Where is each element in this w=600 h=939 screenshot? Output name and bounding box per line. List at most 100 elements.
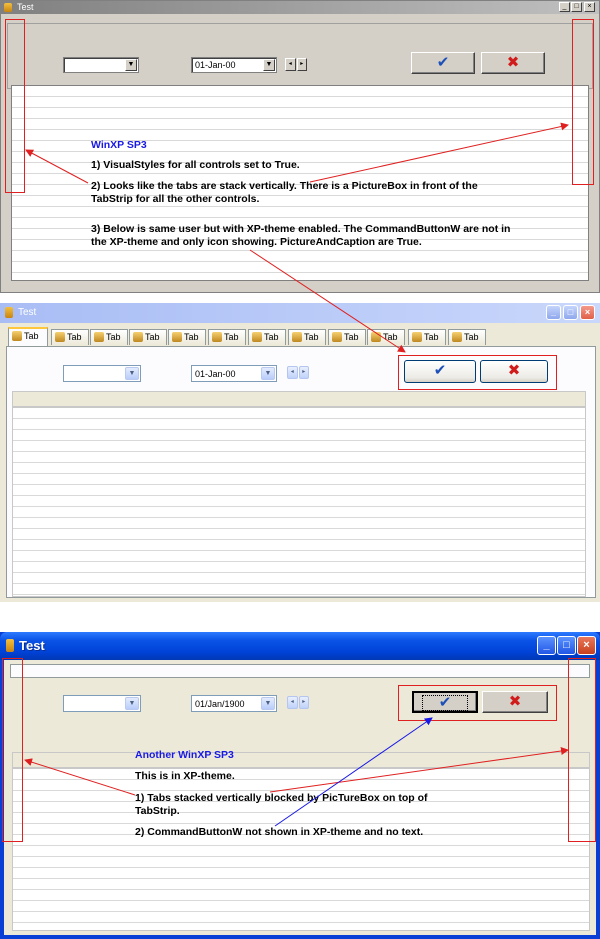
note-line: TabStrip. [135, 805, 180, 817]
tab-label: Tab [264, 332, 279, 342]
chevron-down-icon[interactable]: ▼ [261, 367, 275, 380]
maximize-icon[interactable]: □ [557, 636, 576, 655]
cancel-button[interactable]: ✖ [480, 360, 548, 383]
arrow-right-icon[interactable]: ▸ [296, 58, 307, 71]
note-line: 3) Below is same user but with XP-theme … [91, 223, 511, 235]
empty-combo[interactable]: ▼ [63, 695, 141, 712]
cross-icon: ✖ [508, 693, 522, 710]
close-icon[interactable]: × [584, 2, 595, 12]
ok-button[interactable]: ✔ [411, 52, 475, 74]
title-bar[interactable]: Test _ □ × [0, 303, 600, 323]
tab-label: Tab [383, 332, 398, 342]
tab-icon [332, 332, 342, 342]
arrow-left-icon[interactable]: ◂ [285, 58, 296, 71]
tab-label: Tab [464, 332, 479, 342]
app-icon [6, 639, 14, 652]
tab-label: Tab [67, 332, 82, 342]
window-xp-light: Test _ □ × Tab Tab Tab Tab Tab Tab Tab T… [0, 303, 600, 602]
tab-icon [252, 332, 262, 342]
cross-icon: ✖ [506, 54, 520, 71]
tabstrip-strip [10, 664, 590, 678]
cross-icon: ✖ [507, 362, 521, 379]
chevron-down-icon[interactable]: ▼ [125, 59, 137, 71]
tab-12[interactable]: Tab [448, 329, 486, 345]
tab-4[interactable]: Tab [129, 329, 167, 345]
tab-icon [55, 332, 65, 342]
maximize-icon[interactable]: □ [563, 305, 578, 320]
note-line: the XP-theme and only icon showing. Pict… [91, 236, 422, 248]
title-bar[interactable]: Test _ □ × [1, 1, 599, 14]
tab-10[interactable]: Tab [367, 329, 405, 345]
note-line: 2) CommandButtonW not shown in XP-theme … [135, 826, 424, 838]
list-header [12, 391, 586, 407]
tab-label: Tab [184, 332, 199, 342]
window-title: Test [17, 2, 34, 12]
chevron-down-icon[interactable]: ▼ [125, 367, 139, 380]
date-combo[interactable]: 01-Jan-00 ▼ [191, 365, 277, 382]
arrow-right-icon[interactable]: ▸ [298, 366, 309, 379]
title-bar[interactable]: Test _ □ × [0, 632, 600, 660]
checkmark-icon: ✔ [421, 695, 469, 711]
app-icon [4, 3, 12, 12]
note-heading: WinXP SP3 [91, 139, 147, 151]
chevron-down-icon[interactable]: ▼ [125, 697, 139, 710]
minimize-icon[interactable]: _ [546, 305, 561, 320]
empty-combo[interactable]: ▼ [63, 365, 141, 382]
close-icon[interactable]: × [577, 636, 596, 655]
window-xp-blue: Test _ □ × ▼ 01/Jan/1900 ▼ ◂ ▸ ✔ ✖ Anoth… [0, 632, 600, 939]
tab-label: Tab [106, 332, 121, 342]
tab-icon [212, 332, 222, 342]
date-value: 01/Jan/1900 [195, 699, 245, 709]
tab-7[interactable]: Tab [248, 329, 286, 345]
date-combo[interactable]: 01/Jan/1900 ▼ [191, 695, 277, 712]
empty-combo[interactable]: ▼ [63, 57, 139, 73]
tab-icon [292, 332, 302, 342]
tab-icon [94, 332, 104, 342]
checkmark-icon: ✔ [433, 362, 447, 379]
date-value: 01-Jan-00 [195, 369, 236, 379]
tab-label: Tab [304, 332, 319, 342]
tab-9[interactable]: Tab [328, 329, 366, 345]
ok-button[interactable]: ✔ [412, 691, 478, 713]
tab-icon [133, 332, 143, 342]
tab-icon [452, 332, 462, 342]
cancel-button[interactable]: ✖ [482, 691, 548, 713]
note-line: 1) Tabs stacked vertically blocked by Pi… [135, 792, 428, 804]
tab-3[interactable]: Tab [90, 329, 128, 345]
tab-6[interactable]: Tab [208, 329, 246, 345]
tab-icon [12, 331, 22, 341]
spin-buttons[interactable]: ◂ ▸ [287, 366, 309, 379]
tab-2[interactable]: Tab [51, 329, 89, 345]
list-area [12, 407, 586, 597]
tab-label: Tab [24, 331, 39, 341]
date-combo[interactable]: 01-Jan-00 ▼ [191, 57, 277, 73]
spin-buttons[interactable]: ◂ ▸ [287, 696, 309, 709]
tab-label: Tab [424, 332, 439, 342]
ok-button[interactable]: ✔ [404, 360, 476, 383]
cancel-button[interactable]: ✖ [481, 52, 545, 74]
window-title: Test [19, 638, 45, 653]
chevron-down-icon[interactable]: ▼ [263, 59, 275, 71]
note-line: 2) Looks like the tabs are stack vertica… [91, 180, 478, 192]
window-title: Test [18, 307, 37, 318]
arrow-left-icon[interactable]: ◂ [287, 366, 298, 379]
window-classic: Test _ □ × ▼ 01-Jan-00 ▼ ◂ ▸ ✔ ✖ WinXP S… [0, 0, 600, 293]
minimize-icon[interactable]: _ [537, 636, 556, 655]
minimize-icon[interactable]: _ [559, 2, 570, 12]
spin-buttons[interactable]: ◂ ▸ [285, 58, 307, 71]
tab-8[interactable]: Tab [288, 329, 326, 345]
note-line: 1) VisualStyles for all controls set to … [91, 159, 300, 171]
arrow-right-icon[interactable]: ▸ [298, 696, 309, 709]
tab-1[interactable]: Tab [8, 327, 48, 346]
chevron-down-icon[interactable]: ▼ [261, 697, 275, 710]
tab-11[interactable]: Tab [408, 329, 446, 345]
tab-5[interactable]: Tab [168, 329, 206, 345]
note-line: TabStrip for all the other controls. [91, 193, 260, 205]
tab-label: Tab [344, 332, 359, 342]
maximize-icon[interactable]: □ [571, 2, 582, 12]
close-icon[interactable]: × [580, 305, 595, 320]
tab-label: Tab [224, 332, 239, 342]
note-line: This is in XP-theme. [135, 770, 235, 782]
checkmark-icon: ✔ [436, 54, 450, 71]
arrow-left-icon[interactable]: ◂ [287, 696, 298, 709]
